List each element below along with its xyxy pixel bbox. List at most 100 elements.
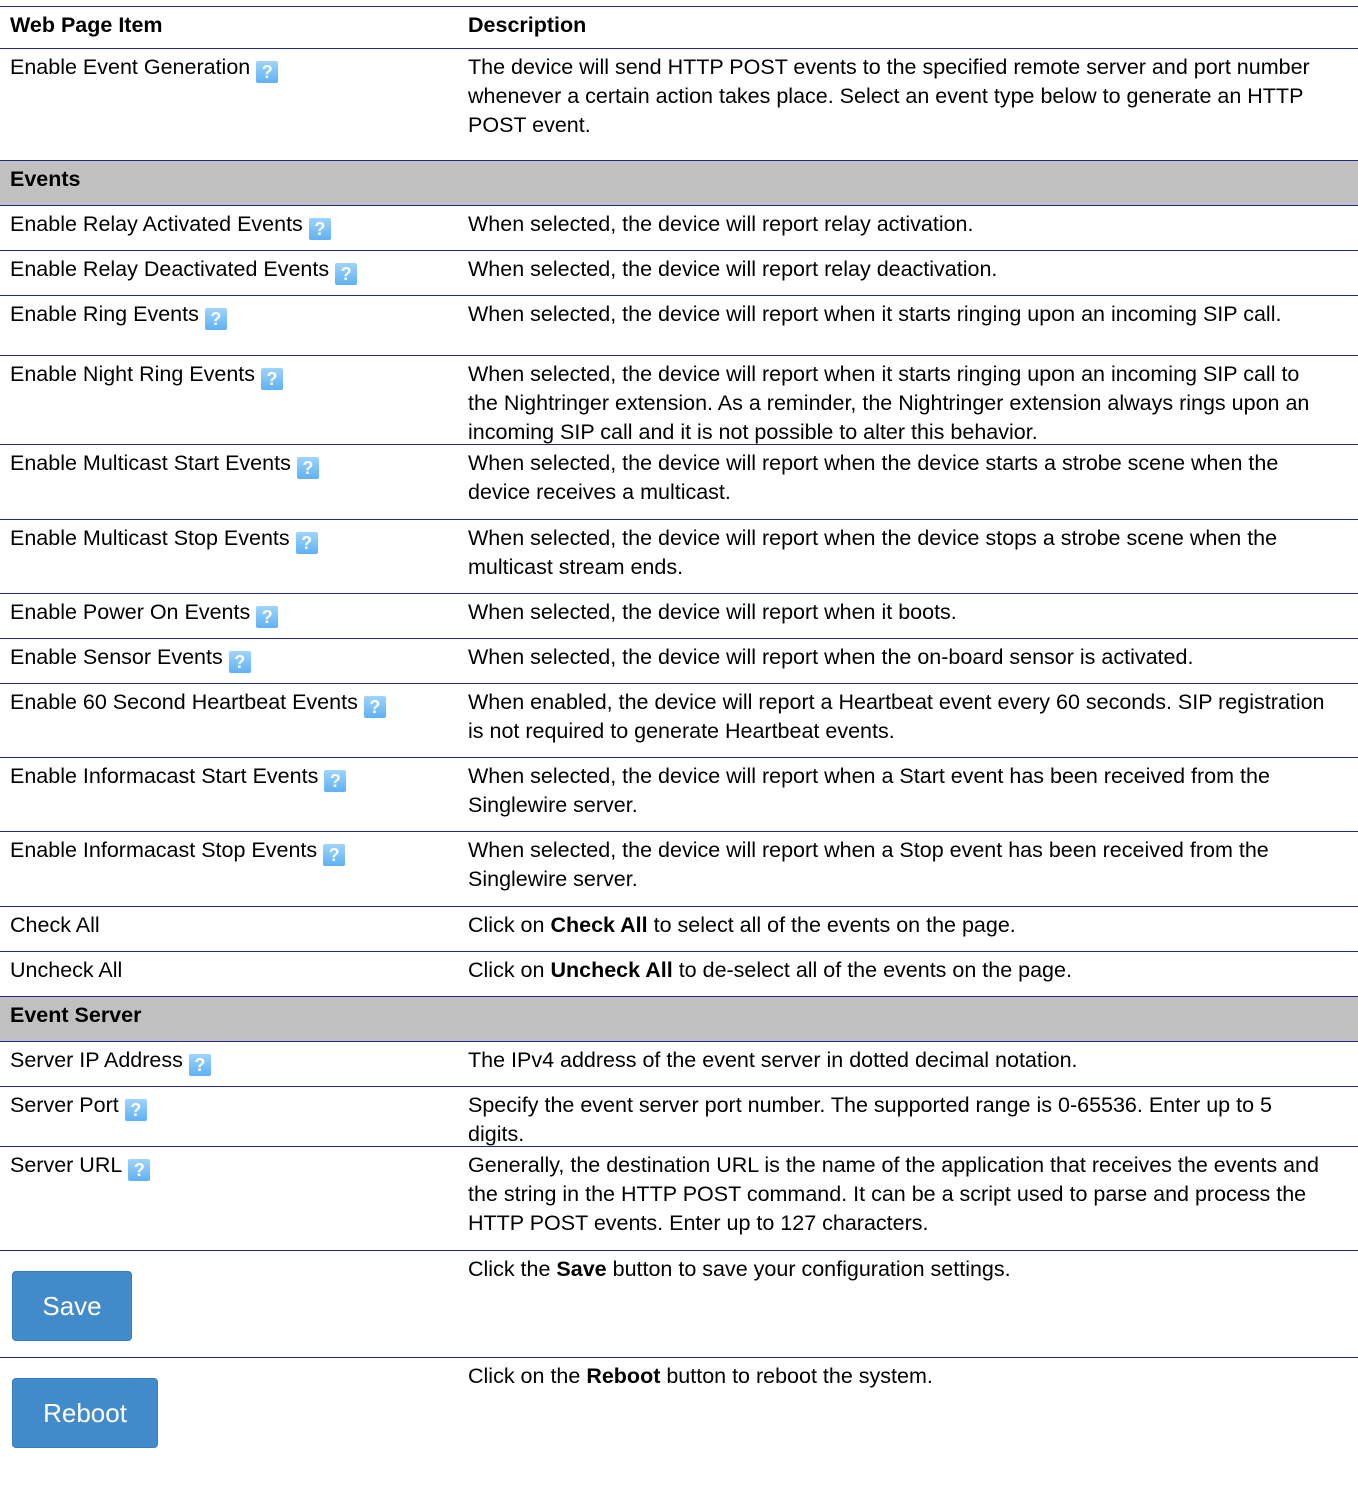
table-row-uncheck-all: Uncheck All Click on Uncheck All to de-se…	[0, 951, 1358, 996]
description-cell: Click the Save button to save your confi…	[460, 1251, 1350, 1284]
item-label: Enable Relay Deactivated Events	[10, 257, 330, 281]
table-row-enable-ring-events: Enable Ring Events? When selected, the de…	[0, 295, 1358, 355]
item-cell: Server Port?	[0, 1087, 460, 1121]
description-cell: The IPv4 address of the event server in …	[468, 1048, 1078, 1072]
description-cell: When selected, the device will report re…	[468, 212, 974, 236]
item-label: Enable Power On Events	[10, 600, 251, 624]
table-row-enable-informacast-start-events: Enable Informacast Start Events? When sel…	[0, 757, 1358, 831]
description-cell: Generally, the destination URL is the na…	[468, 1153, 1319, 1235]
table-row-enable-sensor-events: Enable Sensor Events? When selected, the …	[0, 638, 1358, 683]
item-label: Enable Informacast Start Events	[10, 764, 319, 788]
description-cell: When selected, the device will report wh…	[468, 764, 1270, 817]
question-mark-icon: ?	[128, 1159, 151, 1181]
table-header-row: Web Page Item Description	[0, 6, 1358, 48]
description-cell: When enabled, the device will report a H…	[468, 690, 1325, 743]
item-cell: Enable Multicast Stop Events?	[0, 520, 460, 554]
question-mark-icon: ?	[188, 1054, 211, 1076]
table-row-enable-power-on-events: Enable Power On Events? When selected, th…	[0, 593, 1358, 638]
reference-table: Web Page Item Description Enable Event G…	[0, 6, 1358, 1464]
question-mark-icon: ?	[256, 61, 279, 83]
item-label: Enable Night Ring Events	[10, 362, 256, 386]
description-text: to select all of the events on the page.	[647, 913, 1016, 937]
table-row-save: Save Click the Save button to save your …	[0, 1250, 1358, 1357]
description-cell: When selected, the device will report wh…	[468, 451, 1279, 504]
description-bold: Check All	[550, 913, 648, 937]
item-cell: Server IP Address?	[0, 1042, 460, 1076]
item-cell: Enable 60 Second Heartbeat Events?	[0, 684, 460, 718]
item-cell: Check All	[0, 907, 460, 940]
description-cell: When selected, the device will report wh…	[468, 645, 1194, 669]
section-header-events: Events	[0, 160, 1358, 205]
table-row-reboot: Reboot Click on the Reboot button to reb…	[0, 1357, 1358, 1464]
item-cell: Server URL?	[0, 1147, 460, 1181]
question-mark-icon: ?	[228, 651, 251, 673]
item-cell: Enable Event Generation?	[0, 49, 460, 83]
item-cell: Enable Multicast Start Events?	[0, 445, 460, 479]
item-cell: Enable Power On Events?	[0, 594, 460, 628]
section-header-event-server: Event Server	[0, 996, 1358, 1041]
item-label: Enable Multicast Stop Events	[10, 526, 290, 550]
description-cell: Click on the Reboot button to reboot the…	[460, 1358, 1350, 1391]
description-text: Click on	[468, 913, 551, 937]
table-row: Enable Event Generation? The device will…	[0, 48, 1358, 160]
item-label: Enable Sensor Events	[10, 645, 223, 669]
table-row-enable-multicast-stop-events: Enable Multicast Stop Events? When select…	[0, 519, 1358, 593]
item-label: Server URL	[10, 1153, 123, 1177]
reboot-button[interactable]: Reboot	[12, 1378, 158, 1448]
item-cell: Enable Relay Deactivated Events?	[0, 251, 460, 285]
item-cell: Enable Night Ring Events?	[0, 356, 460, 390]
item-label: Enable Informacast Stop Events	[10, 838, 318, 862]
item-cell: Save	[0, 1251, 460, 1341]
description-cell: When selected, the device will report wh…	[468, 302, 1282, 326]
item-label: Enable Multicast Start Events	[10, 451, 291, 475]
question-mark-icon: ?	[124, 1099, 147, 1121]
description-cell: Specify the event server port number. Th…	[468, 1093, 1272, 1146]
item-label: Enable 60 Second Heartbeat Events	[10, 690, 358, 714]
description-cell: Click on Check All to select all of the …	[460, 907, 1350, 940]
item-cell: Enable Relay Activated Events?	[0, 206, 460, 240]
table-row-enable-multicast-start-events: Enable Multicast Start Events? When selec…	[0, 444, 1358, 519]
item-cell: Reboot	[0, 1358, 460, 1448]
table-row-enable-night-ring-events: Enable Night Ring Events? When selected, …	[0, 355, 1358, 444]
table-row-server-port: Server Port? Specify the event server por…	[0, 1086, 1358, 1146]
question-mark-icon: ?	[363, 696, 386, 718]
table-row-enable-relay-deactivated-events: Enable Relay Deactivated Events? When sel…	[0, 250, 1358, 295]
description-cell: The device will send HTTP POST events to…	[468, 55, 1310, 137]
question-mark-icon: ?	[323, 844, 346, 866]
save-button[interactable]: Save	[12, 1271, 132, 1341]
description-text: Click the	[468, 1257, 557, 1281]
item-cell: Uncheck All	[0, 952, 460, 985]
table-row-enable-60-second-heartbeat-events: Enable 60 Second Heartbeat Events? When e…	[0, 683, 1358, 757]
question-mark-icon: ?	[261, 368, 284, 390]
description-cell: When selected, the device will report wh…	[468, 526, 1278, 579]
description-text: button to reboot the system.	[660, 1364, 933, 1388]
question-mark-icon: ?	[308, 218, 331, 240]
header-description: Description	[468, 13, 587, 37]
item-label: Server IP Address	[10, 1048, 183, 1072]
item-label: Uncheck All	[10, 958, 123, 982]
description-cell: When selected, the device will report wh…	[468, 362, 1310, 444]
description-text: button to save your configuration settin…	[606, 1257, 1011, 1281]
item-cell: Enable Sensor Events?	[0, 639, 460, 673]
table-row-server-url: Server URL? Generally, the destination UR…	[0, 1146, 1358, 1250]
table-row-enable-informacast-stop-events: Enable Informacast Stop Events? When sele…	[0, 831, 1358, 906]
description-cell: Click on Uncheck All to de-select all of…	[460, 952, 1350, 985]
description-bold: Uncheck All	[550, 958, 673, 982]
item-label: Server Port	[10, 1093, 119, 1117]
item-label: Check All	[10, 913, 100, 937]
item-cell: Enable Ring Events?	[0, 296, 460, 330]
header-web-page-item: Web Page Item	[10, 13, 163, 37]
table-row-enable-relay-activated-events: Enable Relay Activated Events? When selec…	[0, 205, 1358, 250]
table-row-check-all: Check All Click on Check All to select al…	[0, 906, 1358, 951]
description-text: Click on	[468, 958, 551, 982]
description-cell: When selected, the device will report wh…	[468, 838, 1269, 891]
question-mark-icon: ?	[296, 457, 319, 479]
item-label: Enable Ring Events	[10, 302, 199, 326]
question-mark-icon: ?	[256, 606, 279, 628]
description-cell: When selected, the device will report wh…	[468, 600, 957, 624]
table-row-server-ip-address: Server IP Address? The IPv4 address of th…	[0, 1041, 1358, 1086]
description-bold: Save	[556, 1257, 607, 1281]
question-mark-icon: ?	[295, 532, 318, 554]
question-mark-icon: ?	[335, 263, 358, 285]
item-label: Enable Relay Activated Events	[10, 212, 303, 236]
